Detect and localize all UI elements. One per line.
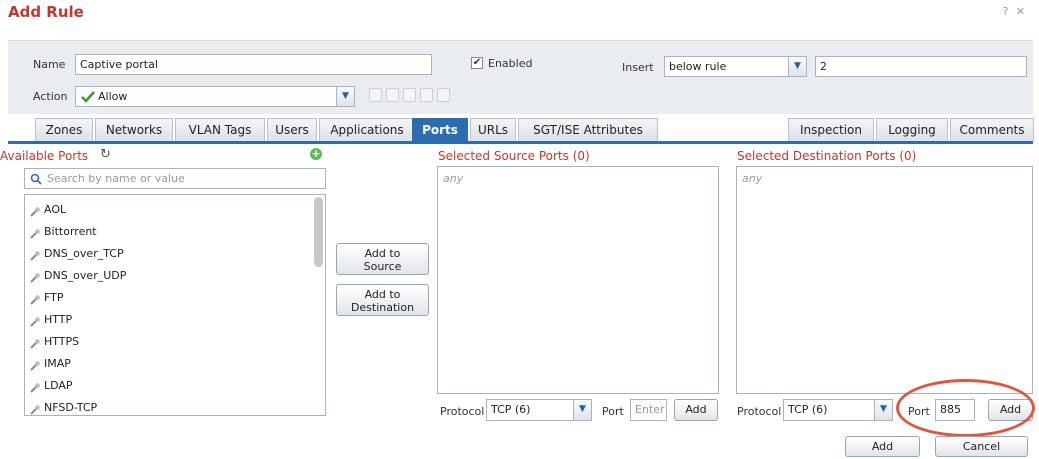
source-port-label: Port	[602, 405, 624, 418]
list-item[interactable]: FTP	[29, 287, 309, 309]
source-port-input[interactable]: Enter	[630, 399, 667, 421]
insert-position-value: below rule	[669, 60, 727, 73]
wrench-icon	[29, 336, 41, 349]
action-select[interactable]: Allow ▼	[75, 86, 355, 107]
chevron-down-icon: ▼	[573, 400, 591, 420]
tab-ports[interactable]: Ports	[412, 118, 468, 141]
rule-tabs: Zones Networks VLAN Tags Users Applicati…	[8, 118, 1034, 141]
wrench-icon	[29, 402, 41, 415]
tab-logging[interactable]: Logging	[876, 118, 948, 141]
check-icon	[81, 91, 95, 103]
list-item[interactable]: NFSD-TCP	[29, 397, 309, 419]
wrench-icon	[29, 204, 41, 217]
list-item[interactable]: HTTPS	[29, 331, 309, 353]
refresh-icon[interactable]: ↻	[100, 147, 111, 162]
wrench-icon	[29, 358, 41, 371]
highlight-annotation	[896, 379, 1035, 437]
destination-protocol-select[interactable]: TCP (6) ▼	[783, 399, 893, 421]
tab-zones[interactable]: Zones	[35, 118, 93, 141]
source-protocol-select[interactable]: TCP (6) ▼	[486, 399, 592, 421]
destination-ports-title: Selected Destination Ports (0)	[737, 149, 917, 163]
list-item[interactable]: DNS_over_TCP	[29, 243, 309, 265]
dialog-title: Add Rule	[8, 3, 84, 21]
wrench-icon	[29, 292, 41, 305]
name-label: Name	[33, 58, 66, 71]
destination-protocol-label: Protocol	[737, 405, 782, 418]
shield-icon[interactable]	[369, 88, 382, 102]
insert-position-select[interactable]: below rule ▼	[664, 56, 807, 77]
chevron-down-icon: ▼	[788, 57, 806, 76]
list-item[interactable]: HTTP	[29, 309, 309, 331]
available-ports-title: Available Ports	[0, 149, 89, 163]
user-search-icon[interactable]	[403, 88, 416, 102]
tab-applications[interactable]: Applications	[319, 118, 415, 141]
source-add-button[interactable]: Add	[674, 399, 718, 421]
cancel-button[interactable]: Cancel	[935, 436, 1028, 457]
source-ports-placeholder: any	[443, 172, 464, 185]
name-input[interactable]: Captive portal	[75, 54, 432, 75]
search-ports-input[interactable]: Search by name or value	[24, 168, 326, 189]
list-item[interactable]: DNS_over_UDP	[29, 265, 309, 287]
list-item[interactable]: Bittorrent	[29, 221, 309, 243]
tab-comments[interactable]: Comments	[950, 118, 1034, 141]
document-icon[interactable]	[437, 88, 450, 102]
tab-urls[interactable]: URLs	[470, 118, 516, 141]
wrench-icon	[29, 270, 41, 283]
wrench-icon	[29, 314, 41, 327]
folder-icon[interactable]	[420, 88, 433, 102]
copy-icon[interactable]	[386, 88, 399, 102]
tab-underline	[8, 141, 1033, 144]
wrench-icon	[29, 226, 41, 239]
wrench-icon	[29, 248, 41, 261]
destination-ports-list[interactable]: any	[736, 166, 1033, 394]
list-item[interactable]: AOL	[29, 199, 309, 221]
source-ports-title: Selected Source Ports (0)	[438, 149, 590, 163]
tab-vlan-tags[interactable]: VLAN Tags	[175, 118, 265, 141]
destination-ports-placeholder: any	[742, 172, 763, 185]
action-label: Action	[33, 90, 68, 103]
enabled-label: Enabled	[488, 57, 533, 70]
enabled-checkbox[interactable]: ✔	[471, 57, 483, 69]
list-item[interactable]: LDAP	[29, 375, 309, 397]
tab-sgt-ise-attributes[interactable]: SGT/ISE Attributes	[518, 118, 658, 141]
source-ports-list[interactable]: any	[437, 166, 719, 394]
list-item[interactable]: IMAP	[29, 353, 309, 375]
tab-users[interactable]: Users	[267, 118, 317, 141]
tab-inspection[interactable]: Inspection	[788, 118, 874, 141]
add-to-destination-button[interactable]: Add to Destination	[336, 284, 429, 316]
source-protocol-label: Protocol	[440, 405, 485, 418]
insert-rule-number-input[interactable]: 2	[815, 56, 1027, 77]
chevron-down-icon: ▼	[874, 400, 892, 420]
action-value: Allow	[98, 90, 128, 103]
add-rule-button[interactable]: Add	[845, 436, 920, 457]
available-ports-list[interactable]: AOL Bittorrent DNS_over_TCP DNS_over_UDP…	[24, 194, 326, 416]
tab-networks[interactable]: Networks	[95, 118, 173, 141]
insert-label: Insert	[622, 61, 654, 74]
window-controls[interactable]: ? ✕	[1002, 5, 1027, 18]
list-scrollbar[interactable]	[314, 197, 323, 267]
search-icon	[30, 173, 42, 185]
chevron-down-icon: ▼	[336, 87, 354, 106]
wrench-icon	[29, 380, 41, 393]
add-to-source-button[interactable]: Add to Source	[336, 243, 429, 275]
add-port-icon[interactable]: +	[310, 148, 322, 160]
